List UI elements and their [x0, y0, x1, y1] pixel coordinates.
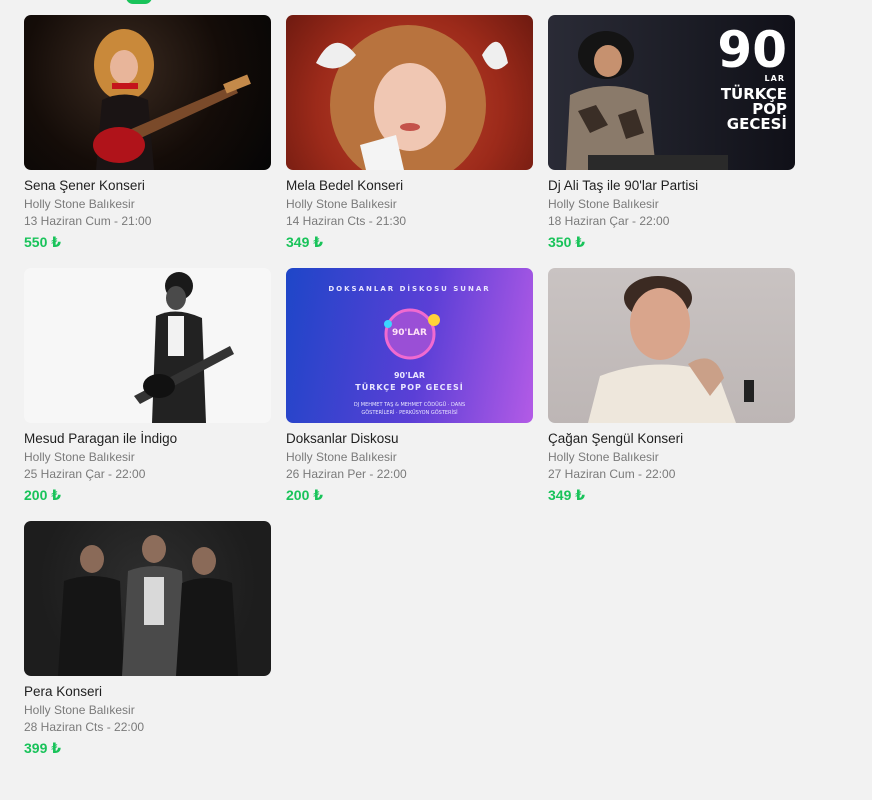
event-date: 25 Haziran Çar - 22:00 [24, 467, 146, 481]
event-title: Sena Şener Konseri [24, 178, 145, 193]
flyer-small-2: GÖSTERİLERİ · PERKÜSYON GÖSTERİSİ [361, 410, 458, 416]
event-card[interactable]: Pera Konseri Holly Stone Balıkesir 28 Ha… [24, 521, 271, 774]
event-date: 27 Haziran Cum - 22:00 [548, 467, 676, 481]
event-image [548, 268, 795, 423]
event-venue: Holly Stone Balıkesir [548, 197, 659, 211]
event-price: 350 ₺ [548, 234, 585, 250]
flyer-badge: 90'LAR [392, 328, 427, 338]
event-card[interactable]: DOKSANLAR DİSKOSU SUNAR 90'LAR 90'LAR TÜ… [286, 268, 533, 521]
event-card[interactable]: Sena Şener Konseri Holly Stone Balıkesir… [24, 15, 271, 268]
event-title: Mesud Paragan ile İndigo [24, 431, 178, 446]
event-image [24, 15, 271, 170]
event-date: 28 Haziran Cts - 22:00 [24, 720, 145, 734]
event-card[interactable]: Mela Bedel Konseri Holly Stone Balıkesir… [286, 15, 533, 268]
event-title: Mela Bedel Konseri [286, 178, 404, 193]
flyer-line-2: TÜRKÇE POP GECESİ [355, 383, 464, 392]
event-title: Dj Ali Taş ile 90'lar Partisi [548, 178, 699, 193]
event-grid: Sena Şener Konseri Holly Stone Balıkesir… [24, 15, 795, 774]
event-date: 14 Haziran Cts - 21:30 [286, 214, 407, 228]
event-venue: Holly Stone Balıkesir [24, 197, 135, 211]
event-card[interactable]: 90 LAR TÜRKÇE POP GECESİ Dj Ali Taş ile … [548, 15, 795, 268]
event-price: 550 ₺ [24, 234, 61, 250]
event-venue: Holly Stone Balıkesir [24, 450, 135, 464]
event-venue: Holly Stone Balıkesir [548, 450, 659, 464]
event-price: 349 ₺ [548, 487, 585, 503]
event-card[interactable]: Çağan Şengül Konseri Holly Stone Balıkes… [548, 268, 795, 521]
event-price: 200 ₺ [286, 487, 323, 503]
art-line-3: GECESİ [726, 115, 787, 133]
art-lar: LAR [764, 74, 785, 83]
event-title: Doksanlar Diskosu [286, 431, 399, 446]
event-title: Pera Konseri [24, 684, 103, 699]
event-image: DOKSANLAR DİSKOSU SUNAR 90'LAR 90'LAR TÜ… [286, 268, 533, 423]
event-card[interactable]: Mesud Paragan ile İndigo Holly Stone Bal… [24, 268, 271, 521]
event-price: 399 ₺ [24, 740, 61, 756]
event-date: 18 Haziran Çar - 22:00 [548, 214, 670, 228]
art-90: 90 [717, 21, 787, 79]
flyer-line-1: 90'LAR [393, 371, 426, 380]
active-filter-pill[interactable] [126, 0, 152, 4]
event-image [24, 268, 271, 423]
flyer-small-1: DJ MEHMET TAŞ & MEHMET CÖDÜGÜ · DANS [353, 402, 466, 408]
event-price: 200 ₺ [24, 487, 61, 503]
event-date: 13 Haziran Cum - 21:00 [24, 214, 152, 228]
event-price: 349 ₺ [286, 234, 323, 250]
event-venue: Holly Stone Balıkesir [286, 197, 397, 211]
event-date: 26 Haziran Per - 22:00 [286, 467, 407, 481]
event-image: 90 LAR TÜRKÇE POP GECESİ [548, 15, 795, 170]
event-venue: Holly Stone Balıkesir [24, 703, 135, 717]
event-venue: Holly Stone Balıkesir [286, 450, 397, 464]
event-image [24, 521, 271, 676]
event-image [286, 15, 533, 170]
event-title: Çağan Şengül Konseri [548, 431, 684, 446]
